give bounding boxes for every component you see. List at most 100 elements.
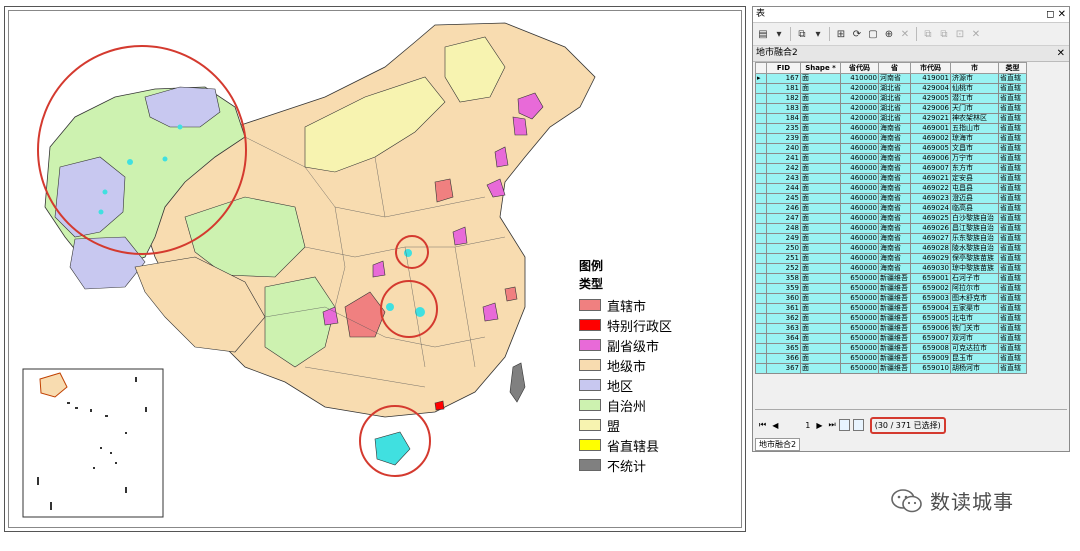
link-icon[interactable]: ⊡ [953,27,967,41]
row-selector[interactable] [755,193,767,204]
column-header[interactable]: Shape * [800,62,841,74]
delete-selected-icon[interactable]: ✕ [898,27,912,41]
column-header[interactable]: 省代码 [840,62,879,74]
row-selector[interactable] [755,223,767,234]
table-row[interactable]: 245 面 460000 海南省 469023 澄迈县 省直辖 [755,193,1027,204]
table-row[interactable]: 365 面 650000 新疆维吾 659008 可克达拉市 省直辖 [755,343,1027,354]
column-header[interactable]: 市代码 [910,62,951,74]
row-selector[interactable] [755,143,767,154]
table-cell: 460000 [840,153,879,164]
restore-icon[interactable]: ◻ [1046,9,1054,20]
row-selector[interactable] [755,293,767,304]
row-selector[interactable] [755,243,767,254]
switch-selection-icon[interactable]: ⟳ [850,27,864,41]
table-row[interactable]: 241 面 460000 海南省 469006 万宁市 省直辖 [755,153,1027,164]
table-tab-header[interactable]: 地市融合2 ✕ [753,46,1069,62]
row-selector[interactable] [755,353,767,364]
copy-icon[interactable]: ⧉ [921,27,935,41]
column-header[interactable]: 市 [950,62,999,74]
window-controls[interactable]: ◻ ✕ [1046,7,1066,22]
select-by-attributes-icon[interactable]: ⊞ [834,27,848,41]
row-selector[interactable] [755,183,767,194]
column-header[interactable]: 类型 [998,62,1027,74]
row-selector[interactable] [755,313,767,324]
row-selector[interactable] [755,173,767,184]
clear-selection-icon[interactable]: ▢ [866,27,880,41]
close-icon[interactable]: ✕ [1057,46,1065,61]
table-row[interactable]: 239 面 460000 海南省 469002 琼海市 省直辖 [755,133,1027,144]
row-selector[interactable] [755,103,767,114]
table-row[interactable]: 182 面 420000 湖北省 429005 潜江市 省直辖 [755,93,1027,104]
row-selector[interactable] [755,333,767,344]
close-icon[interactable]: ✕ [1058,9,1066,20]
row-selector[interactable] [755,323,767,334]
row-selector[interactable] [755,273,767,284]
row-selector[interactable] [755,133,767,144]
table-row[interactable]: 359 面 650000 新疆维吾 659002 阿拉尔市 省直辖 [755,283,1027,294]
column-header[interactable]: FID [766,62,801,74]
dropdown-icon[interactable]: ▾ [772,27,786,41]
row-selector[interactable] [755,153,767,164]
table-row[interactable]: 252 面 460000 海南省 469030 琼中黎族苗族 省直辖 [755,263,1027,274]
row-selector[interactable] [755,283,767,294]
table-bottom-tab[interactable]: 地市融合2 [755,438,801,451]
window-title-bar[interactable]: 表 ◻ ✕ [753,7,1069,23]
table-row[interactable]: 250 面 460000 海南省 469028 陵水黎族自治 省直辖 [755,243,1027,254]
table-row[interactable]: 364 面 650000 新疆维吾 659007 双河市 省直辖 [755,333,1027,344]
table-row[interactable]: ▸ 167 面 410000 河南省 419001 济源市 省直辖 [755,73,1027,84]
last-record-icon[interactable]: ⏭ [829,420,836,430]
table-row[interactable]: 362 面 650000 新疆维吾 659005 北屯市 省直辖 [755,313,1027,324]
current-record-input[interactable]: 1 [792,421,810,430]
table-row[interactable]: 251 面 460000 海南省 469029 保亭黎族苗族 省直辖 [755,253,1027,264]
table-row[interactable]: 367 面 650000 新疆维吾 659010 胡杨河市 省直辖 [755,363,1027,374]
paste-icon[interactable]: ⧉ [937,27,951,41]
table-row[interactable]: 361 面 650000 新疆维吾 659004 五家渠市 省直辖 [755,303,1027,314]
table-row[interactable]: 249 面 460000 海南省 469027 乐东黎族自治 省直辖 [755,233,1027,244]
row-selector[interactable] [755,303,767,314]
attribute-table-window[interactable]: 表 ◻ ✕ ▤ ▾ ⧉ ▾ ⊞ ⟳ ▢ ⊕ ✕ ⧉ ⧉ ⊡ ✕ 地市融合2 ✕ … [752,6,1070,452]
show-selected-records-icon[interactable] [852,419,864,431]
table-cell: 海南省 [878,203,911,214]
table-row[interactable]: 248 面 460000 海南省 469026 昌江黎族自治 省直辖 [755,223,1027,234]
row-selector[interactable]: ▸ [755,73,767,84]
remove-icon[interactable]: ✕ [969,27,983,41]
table-row[interactable]: 246 面 460000 海南省 469024 临高县 省直辖 [755,203,1027,214]
table-row[interactable]: 240 面 460000 海南省 469005 文昌市 省直辖 [755,143,1027,154]
show-all-records-icon[interactable] [838,419,850,431]
table-row[interactable]: 244 面 460000 海南省 469022 屯昌县 省直辖 [755,183,1027,194]
table-row[interactable]: 243 面 460000 海南省 469021 定安县 省直辖 [755,173,1027,184]
table-row[interactable]: 183 面 420000 湖北省 429006 天门市 省直辖 [755,103,1027,114]
table-options-icon[interactable]: ▤ [756,27,770,41]
table-cell: 石河子市 [950,273,999,284]
related-tables-icon[interactable]: ⧉ [795,27,809,41]
column-header[interactable]: 省 [878,62,911,74]
row-selector[interactable] [755,203,767,214]
table-row[interactable]: 184 面 420000 湖北省 429021 神农架林区 省直辖 [755,113,1027,124]
row-selector[interactable] [755,93,767,104]
table-row[interactable]: 366 面 650000 新疆维吾 659009 昆玉市 省直辖 [755,353,1027,364]
table-row[interactable]: 363 面 650000 新疆维吾 659006 铁门关市 省直辖 [755,323,1027,334]
table-row[interactable]: 247 面 460000 海南省 469025 白沙黎族自治 省直辖 [755,213,1027,224]
row-selector[interactable] [755,123,767,134]
row-selector[interactable] [755,253,767,264]
row-selector[interactable] [755,263,767,274]
row-selector[interactable] [755,363,767,374]
dropdown-icon[interactable]: ▾ [811,27,825,41]
table-row[interactable]: 358 面 650000 新疆维吾 659001 石河子市 省直辖 [755,273,1027,284]
row-selector[interactable] [755,113,767,124]
first-record-icon[interactable]: ⏮ [759,420,766,430]
row-selector[interactable] [755,233,767,244]
table-row[interactable]: 360 面 650000 新疆维吾 659003 图木舒克市 省直辖 [755,293,1027,304]
row-selector[interactable] [755,83,767,94]
attribute-table[interactable]: FID Shape * 省代码省市代码市类型 ▸ 167 面 410000 河南省 41900… [755,62,1027,374]
table-row[interactable]: 181 面 420000 湖北省 429004 仙桃市 省直辖 [755,83,1027,94]
row-selector[interactable] [755,213,767,224]
zoom-to-selected-icon[interactable]: ⊕ [882,27,896,41]
previous-record-icon[interactable]: ◀ [772,421,778,430]
row-selector[interactable] [755,343,767,354]
next-record-icon[interactable]: ▶ [816,421,822,430]
table-row[interactable]: 235 面 460000 海南省 469001 五指山市 省直辖 [755,123,1027,134]
row-selector[interactable] [755,163,767,174]
map-layout-frame[interactable]: 图例 类型 直辖市 特别行政区 副省级市 地级市 地区 自治州盟省直辖县 不统计 [4,6,746,532]
table-row[interactable]: 242 面 460000 海南省 469007 东方市 省直辖 [755,163,1027,174]
